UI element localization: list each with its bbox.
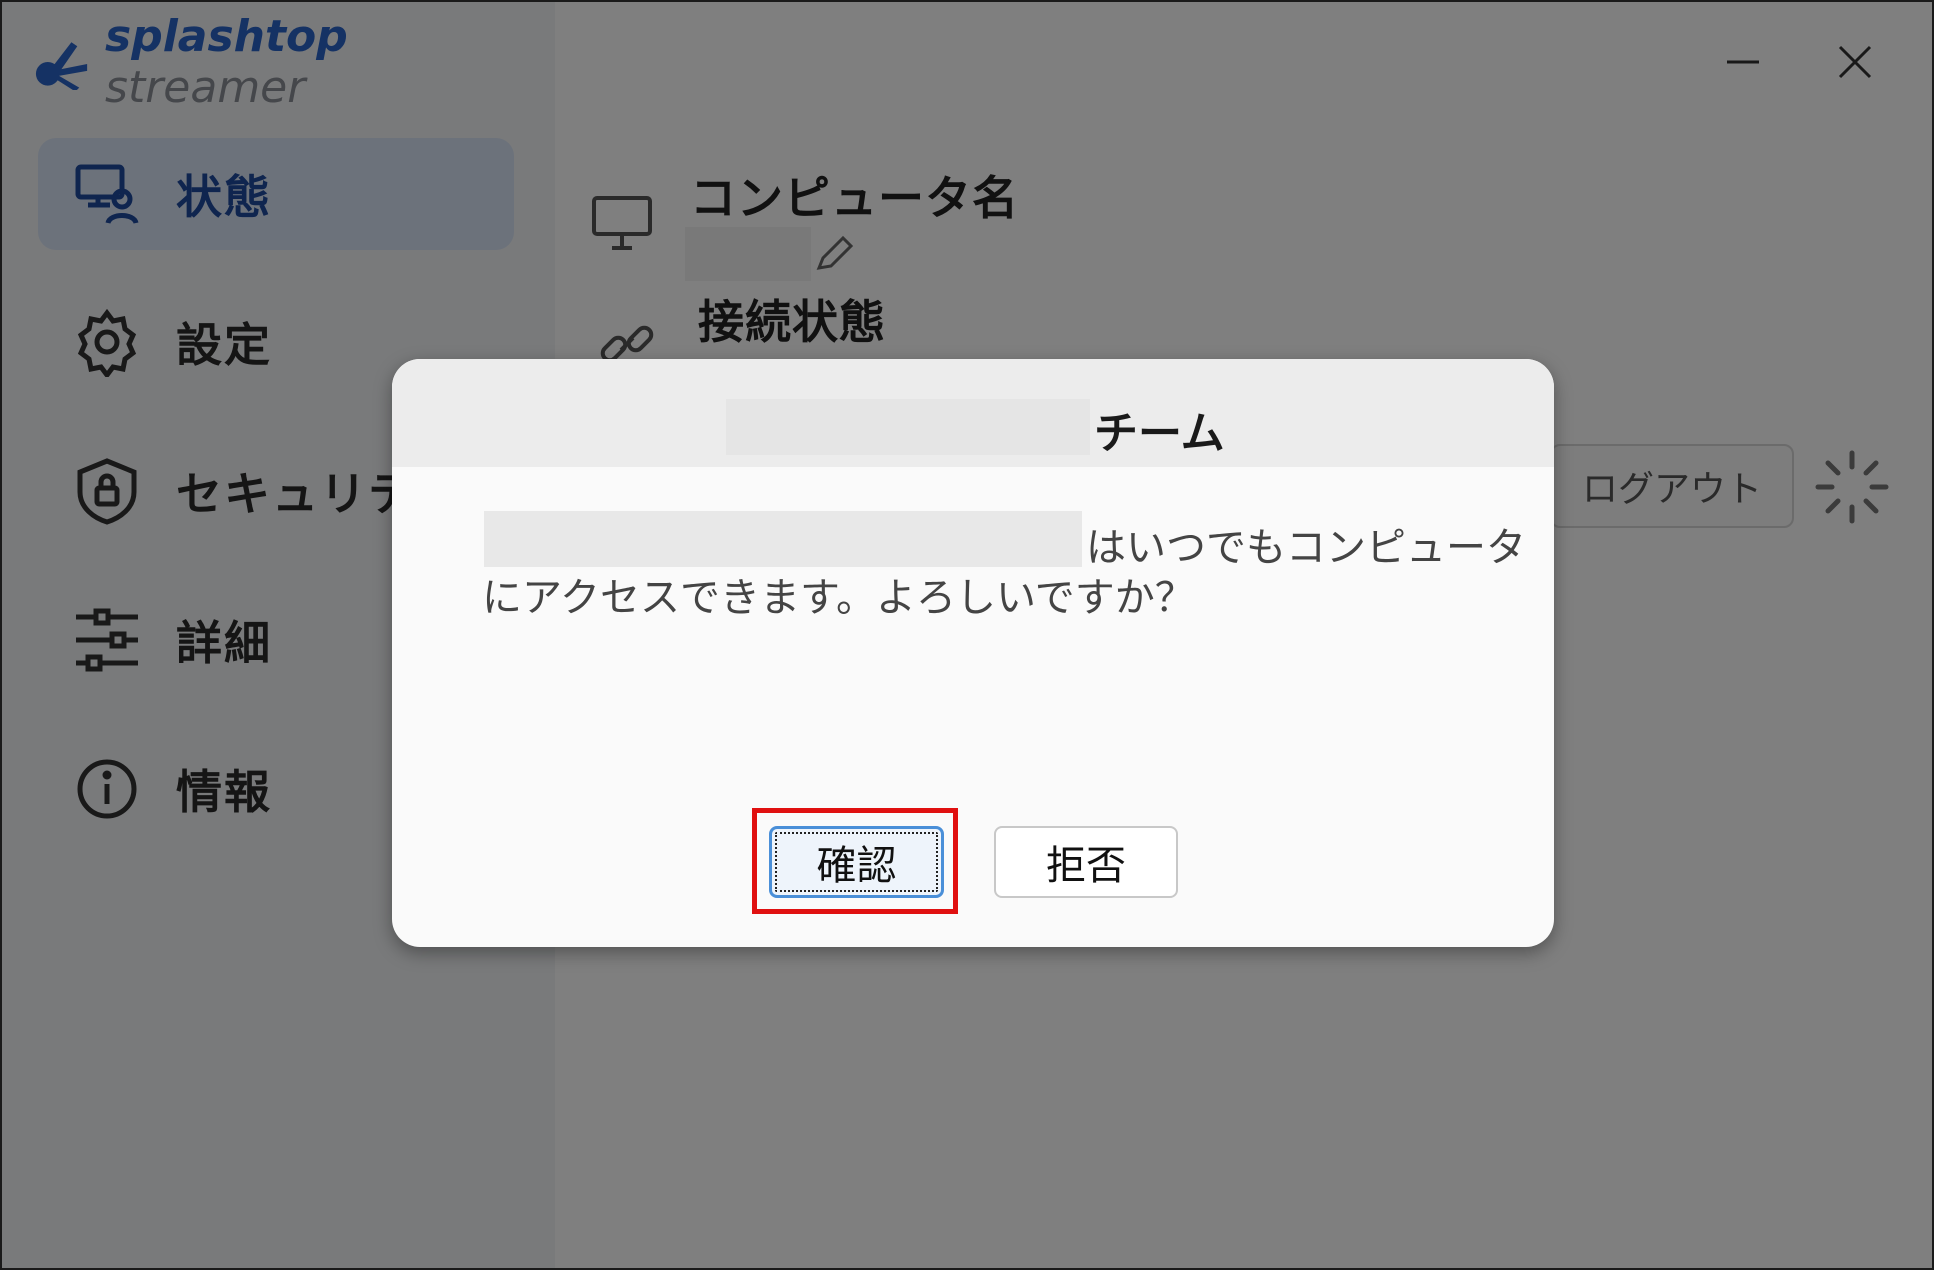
- dialog-title-team-name: [726, 399, 1090, 455]
- confirm-button[interactable]: 確認: [769, 826, 944, 898]
- dialog-title: チーム: [1094, 408, 1225, 459]
- dialog-header: チーム: [392, 359, 1554, 467]
- reject-button[interactable]: 拒否: [994, 826, 1178, 898]
- dialog-message-line2: にアクセスできます。よろしいですか？: [482, 575, 1195, 621]
- dialog-message-team-name: [484, 511, 1082, 567]
- confirm-dialog: チーム はいつでもコンピュータ にアクセスできます。よろしいですか？ 確認 拒否: [392, 359, 1554, 947]
- app-window: splashtop streamer 状態: [0, 0, 1934, 1270]
